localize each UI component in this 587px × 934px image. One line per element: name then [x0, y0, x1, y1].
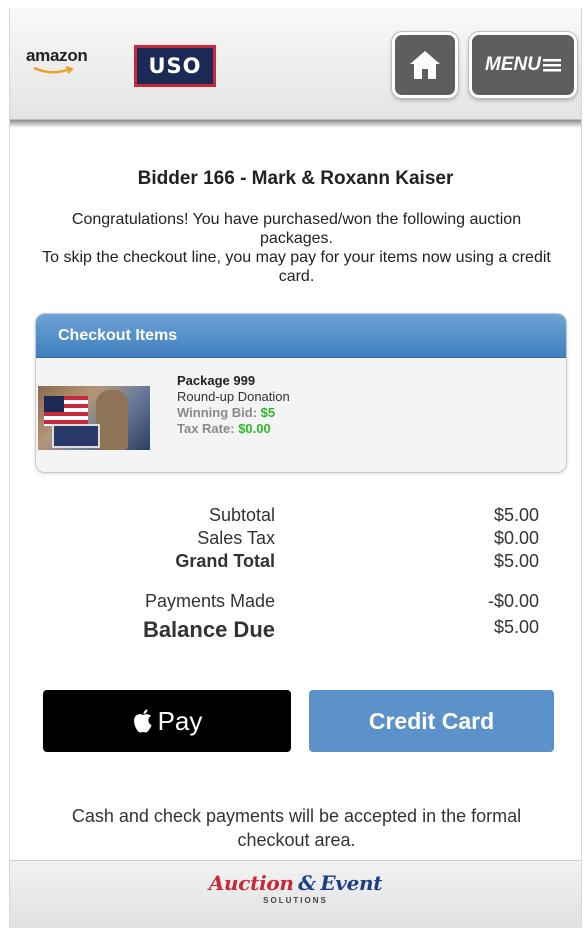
- tax-rate-label: Tax Rate:: [177, 421, 235, 436]
- intro-line-1: Congratulations! You have purchased/won …: [71, 211, 522, 247]
- flag-graphic: [44, 396, 88, 426]
- header-shadow: [10, 120, 581, 128]
- checkout-item[interactable]: Package 999 Round-up Donation Winning Bi…: [177, 373, 290, 437]
- soldier-graphic: [96, 390, 128, 450]
- menu-label: MENU: [485, 54, 541, 75]
- intro-line-2: To skip the checkout line, you may pay f…: [42, 249, 551, 285]
- winning-bid-value: $5: [260, 405, 276, 420]
- payments-made-label: Payments Made: [144, 591, 275, 611]
- home-icon: [410, 51, 440, 79]
- grand-total-value: $5.00: [493, 551, 539, 571]
- sales-tax-label: Sales Tax: [197, 528, 275, 548]
- grand-total-label: Grand Total: [175, 551, 275, 571]
- package-thumbnail[interactable]: [38, 386, 150, 450]
- package-description: Round-up Donation: [177, 389, 290, 404]
- subtotal-row: Subtotal $5.00: [10, 505, 581, 527]
- grand-total-row: Grand Total $5.00: [10, 551, 581, 573]
- brand-part-1: Auction: [208, 871, 294, 895]
- brand-part-2: Event: [320, 871, 383, 895]
- footer-bar: Auction & Event SOLUTIONS: [10, 860, 581, 928]
- auction-event-solutions-logo[interactable]: Auction & Event SOLUTIONS: [10, 871, 581, 905]
- sales-tax-row: Sales Tax $0.00: [10, 528, 581, 550]
- header-bar: amazon USO MENU: [10, 8, 581, 120]
- package-name: Package 999: [177, 373, 256, 388]
- menu-hamburger-icon: [542, 59, 561, 72]
- cash-check-note: Cash and check payments will be accepted…: [71, 806, 522, 850]
- intro-text: Congratulations! You have purchased/won …: [40, 210, 553, 286]
- balance-due-value: $5.00: [493, 617, 539, 637]
- uso-logo[interactable]: USO: [134, 45, 216, 87]
- apple-pay-button[interactable]: Pay: [43, 690, 291, 752]
- app-frame: amazon USO MENU Bidder 166 - Mark & Roxa…: [9, 8, 582, 928]
- brand-amp: &: [298, 871, 316, 895]
- checkout-items-header: Checkout Items: [36, 314, 566, 358]
- tax-rate-value: $0.00: [238, 421, 271, 436]
- balance-due-row: Balance Due $5.00: [10, 617, 581, 642]
- uso-logo-text: USO: [148, 54, 202, 78]
- subtotal-value: $5.00: [493, 505, 539, 525]
- balance-due-label: Balance Due: [142, 617, 275, 642]
- credit-card-label: Credit Card: [368, 707, 495, 734]
- credit-card-button[interactable]: Credit Card: [309, 690, 554, 752]
- home-button[interactable]: [392, 32, 458, 98]
- winning-bid-row: Winning Bid: $5: [177, 405, 290, 421]
- amazon-smile-icon: [33, 66, 74, 74]
- menu-button[interactable]: MENU: [469, 32, 577, 98]
- apple-icon: [133, 709, 152, 733]
- bidder-title: Bidder 166 - Mark & Roxann Kaiser: [137, 168, 454, 189]
- payments-made-row: Payments Made -$0.00: [10, 591, 581, 613]
- winning-bid-label: Winning Bid:: [177, 405, 258, 420]
- tax-rate-row: Tax Rate: $0.00: [177, 421, 290, 437]
- checkout-items-panel: Checkout Items Package 999 Round-up Dona…: [35, 313, 567, 473]
- amazon-logo-text: amazon: [26, 46, 88, 65]
- apple-pay-label: Pay: [157, 705, 203, 736]
- amazon-logo[interactable]: amazon: [26, 46, 106, 82]
- brand-sub: SOLUTIONS: [263, 896, 328, 905]
- payments-made-value: -$0.00: [487, 591, 539, 611]
- subtotal-label: Subtotal: [208, 505, 275, 525]
- uso-sign-graphic: [52, 424, 100, 448]
- sales-tax-value: $0.00: [493, 528, 539, 548]
